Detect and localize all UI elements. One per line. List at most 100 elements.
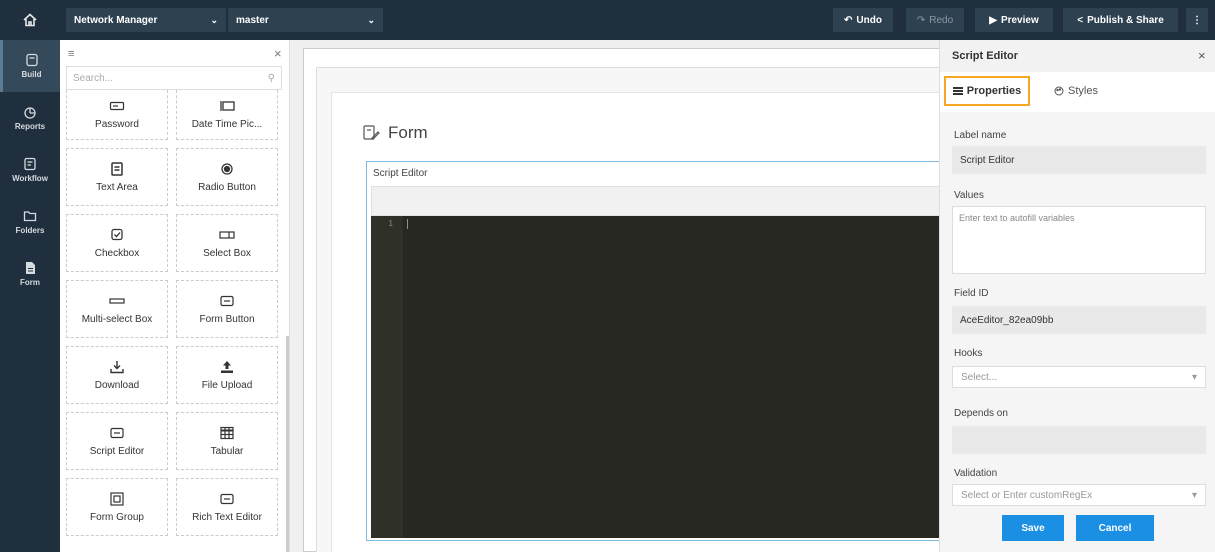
field-id-label: Field ID bbox=[954, 288, 989, 299]
label-name-label: Label name bbox=[954, 130, 1007, 141]
more-vertical-icon: ⋮ bbox=[1192, 14, 1202, 26]
component-password[interactable]: Password bbox=[66, 90, 168, 140]
download-icon bbox=[110, 360, 124, 373]
nav-item-form[interactable]: Form bbox=[0, 248, 60, 300]
undo-icon: ↶ bbox=[844, 14, 853, 26]
script-editor-field[interactable]: Script Editor 1 bbox=[366, 161, 943, 541]
palette-icon bbox=[1054, 86, 1064, 96]
component-script-editor[interactable]: Script Editor bbox=[66, 412, 168, 470]
cancel-button[interactable]: Cancel bbox=[1076, 515, 1154, 541]
component-download[interactable]: Download bbox=[66, 346, 168, 404]
table-icon bbox=[220, 426, 234, 439]
app-select-value: Network Manager bbox=[74, 14, 158, 26]
component-file-upload[interactable]: File Upload bbox=[176, 346, 278, 404]
redo-button[interactable]: ↷ Redo bbox=[906, 8, 964, 32]
search-placeholder: Search... bbox=[73, 72, 114, 84]
home-icon[interactable] bbox=[0, 0, 60, 40]
component-form-button[interactable]: Form Button bbox=[176, 280, 278, 338]
component-rich-text-editor[interactable]: Rich Text Editor bbox=[176, 478, 278, 536]
preview-button[interactable]: ▶ Preview bbox=[975, 8, 1053, 32]
menu-icon[interactable]: ≡ bbox=[68, 48, 74, 60]
selectbox-icon bbox=[219, 230, 235, 239]
component-tabular[interactable]: Tabular bbox=[176, 412, 278, 470]
nav-item-build[interactable]: Build bbox=[0, 40, 60, 92]
undo-button[interactable]: ↶ Undo bbox=[833, 8, 893, 32]
component-selectbox[interactable]: Select Box bbox=[176, 214, 278, 272]
properties-header: Script Editor × bbox=[940, 40, 1215, 72]
close-icon[interactable]: × bbox=[274, 46, 282, 61]
form-group-icon bbox=[110, 491, 124, 506]
form-card: Form Script Editor 1 bbox=[331, 92, 943, 552]
radio-icon bbox=[221, 162, 233, 175]
component-label: Select Box bbox=[203, 247, 251, 259]
component-datetime[interactable]: Date Time Pic... bbox=[176, 90, 278, 140]
branch-select[interactable]: master ⌄ bbox=[228, 8, 383, 32]
rich-text-icon bbox=[220, 493, 234, 504]
close-icon[interactable]: × bbox=[1198, 48, 1206, 63]
form-edit-icon bbox=[363, 125, 380, 140]
validation-label: Validation bbox=[954, 468, 998, 479]
app-select[interactable]: Network Manager ⌄ bbox=[66, 8, 226, 32]
folder-icon bbox=[23, 211, 37, 222]
values-label: Values bbox=[954, 190, 984, 201]
editor-toolbar bbox=[371, 186, 943, 216]
component-checkbox[interactable]: Checkbox bbox=[66, 214, 168, 272]
component-label: Rich Text Editor bbox=[192, 511, 262, 523]
search-icon: ⚲ bbox=[267, 72, 275, 84]
reports-icon bbox=[24, 107, 36, 119]
upload-icon bbox=[221, 360, 233, 373]
values-textarea[interactable]: Enter text to autofill variables bbox=[952, 206, 1206, 274]
hooks-placeholder: Select... bbox=[961, 371, 998, 383]
hooks-label: Hooks bbox=[954, 348, 983, 359]
component-label: Checkbox bbox=[94, 247, 140, 259]
component-label: Radio Button bbox=[198, 181, 256, 193]
nav-item-workflow[interactable]: Workflow bbox=[0, 144, 60, 196]
workflow-icon bbox=[24, 157, 36, 171]
tab-styles[interactable]: Styles bbox=[1054, 76, 1124, 106]
properties-title: Script Editor bbox=[952, 50, 1019, 62]
more-menu-button[interactable]: ⋮ bbox=[1186, 8, 1208, 32]
component-label: Multi-select Box bbox=[81, 313, 153, 325]
form-title: Form bbox=[362, 123, 428, 143]
publish-label: Publish & Share bbox=[1087, 14, 1164, 26]
chevron-down-icon: ⌄ bbox=[367, 14, 375, 25]
form-canvas: Form Script Editor 1 bbox=[291, 40, 946, 552]
line-number: 1 bbox=[388, 219, 393, 228]
checkbox-icon bbox=[111, 228, 123, 240]
nav-label: Folders bbox=[15, 226, 45, 235]
tab-properties[interactable]: Properties bbox=[944, 76, 1030, 106]
validation-select[interactable]: Select or Enter customRegEx ▾ bbox=[952, 484, 1206, 506]
undo-label: Undo bbox=[856, 14, 882, 26]
component-textarea[interactable]: Text Area bbox=[66, 148, 168, 206]
nav-item-folders[interactable]: Folders bbox=[0, 196, 60, 248]
datetime-icon bbox=[220, 101, 235, 111]
share-icon: < bbox=[1077, 14, 1084, 26]
component-search-input[interactable]: Search... ⚲ bbox=[66, 66, 282, 90]
component-form-group[interactable]: Form Group bbox=[66, 478, 168, 536]
component-label: Script Editor bbox=[89, 445, 145, 457]
redo-icon: ↷ bbox=[916, 14, 926, 26]
components-scrollbar[interactable] bbox=[286, 336, 289, 552]
hooks-select[interactable]: Select... ▾ bbox=[952, 366, 1206, 388]
form-button-icon bbox=[220, 295, 234, 306]
publish-share-button[interactable]: < Publish & Share bbox=[1063, 8, 1178, 32]
component-radio[interactable]: Radio Button bbox=[176, 148, 278, 206]
field-id-input[interactable]: AceEditor_82ea09bb bbox=[952, 306, 1206, 334]
component-multiselect[interactable]: Multi-select Box bbox=[66, 280, 168, 338]
caret-down-icon: ▾ bbox=[1191, 371, 1197, 383]
component-label: File Upload bbox=[201, 379, 253, 391]
nav-label: Form bbox=[20, 278, 40, 287]
component-label: Date Time Pic... bbox=[191, 119, 263, 130]
save-button[interactable]: Save bbox=[1002, 515, 1064, 541]
label-name-input[interactable]: Script Editor bbox=[952, 146, 1206, 174]
code-editor[interactable]: 1 bbox=[371, 216, 943, 538]
textarea-icon bbox=[111, 161, 123, 176]
line-number-gutter: 1 bbox=[371, 216, 403, 538]
multiselect-icon bbox=[109, 297, 125, 304]
depends-on-input[interactable] bbox=[952, 426, 1206, 454]
tab-label: Properties bbox=[966, 85, 1022, 97]
component-label: Text Area bbox=[96, 181, 138, 193]
list-icon bbox=[952, 87, 963, 95]
text-cursor bbox=[407, 219, 408, 229]
nav-item-reports[interactable]: Reports bbox=[0, 92, 60, 144]
